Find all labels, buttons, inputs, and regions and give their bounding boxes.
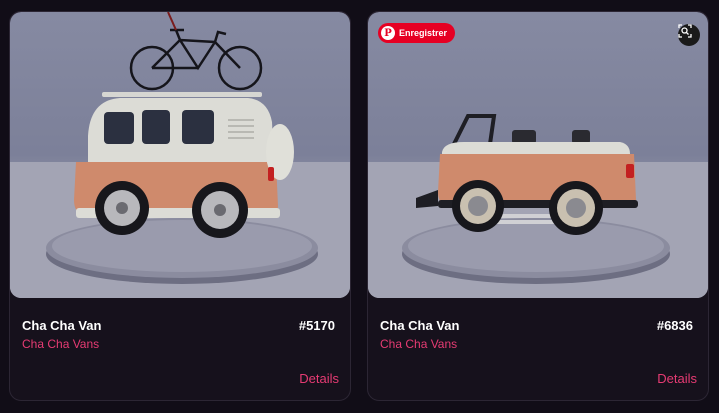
- details-link[interactable]: Details: [299, 371, 339, 386]
- pinterest-save-button[interactable]: P Enregistrer: [378, 23, 455, 43]
- card-info: Cha Cha Van #5170 Cha Cha Vans Details: [10, 298, 350, 400]
- nft-image[interactable]: [10, 12, 350, 298]
- collection-link[interactable]: Cha Cha Vans: [380, 337, 457, 351]
- visual-search-icon: [678, 24, 692, 38]
- nft-title: Cha Cha Van: [22, 318, 102, 333]
- pinterest-save-label: Enregistrer: [399, 28, 448, 38]
- nft-card[interactable]: Cha Cha Van #5170 Cha Cha Vans Details: [9, 11, 351, 401]
- token-id: #5170: [298, 318, 335, 333]
- nft-title: Cha Cha Van: [380, 318, 460, 333]
- card-info: Cha Cha Van #6836 Cha Cha Vans Details: [368, 298, 708, 400]
- collection-link[interactable]: Cha Cha Vans: [22, 337, 99, 351]
- visual-search-button[interactable]: [678, 24, 700, 46]
- pinterest-icon: P: [381, 26, 395, 40]
- van-with-bicycle-illustration: [10, 12, 350, 298]
- nft-card[interactable]: P Enregistrer Cha Cha Van #6836 Cha Cha …: [367, 11, 709, 401]
- details-link[interactable]: Details: [657, 371, 697, 386]
- token-id: #6836: [656, 318, 693, 333]
- convertible-van-illustration: [368, 114, 708, 298]
- nft-image[interactable]: P Enregistrer: [368, 12, 708, 298]
- nft-card-grid: Cha Cha Van #5170 Cha Cha Vans Details P…: [0, 0, 719, 413]
